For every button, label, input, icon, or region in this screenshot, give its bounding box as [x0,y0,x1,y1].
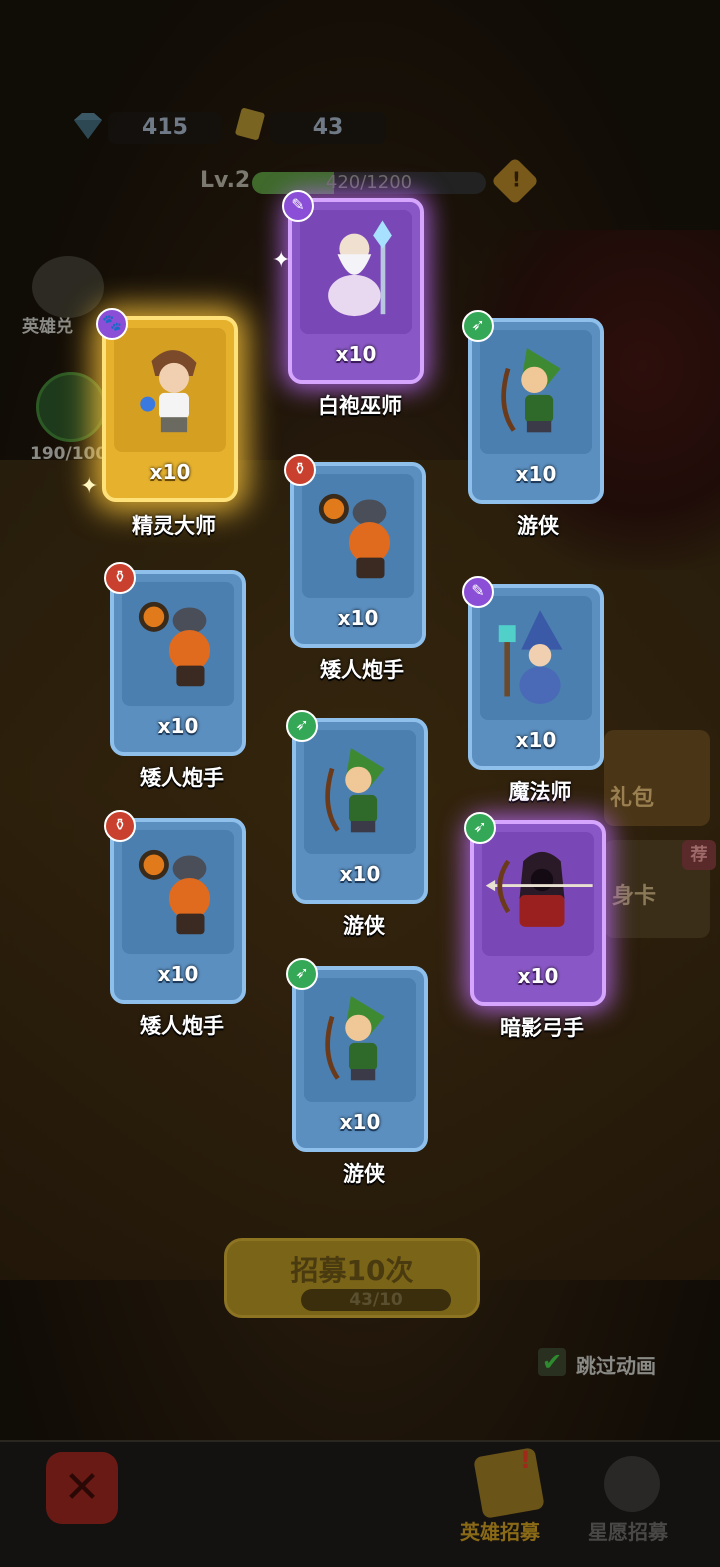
hero-portrait [480,596,592,720]
hero-card[interactable]: ⚱ x10 [104,562,246,756]
hero-card[interactable]: 🐾 x10 [96,308,238,502]
hero-portrait [300,210,412,334]
staff-class-icon: ✎ [462,576,494,608]
hero-count: x10 [515,728,557,752]
hero-name: 游侠 [343,1162,385,1186]
card-label: 身卡 [612,884,657,909]
hero-count: x10 [515,462,557,486]
hero-count: x10 [337,606,379,630]
hero-name: 矮人炮手 [140,1014,224,1038]
hero-name: 矮人炮手 [320,658,404,682]
star-progress-label: 190/100 [30,444,108,464]
cannon-class-icon: ⚱ [104,810,136,842]
hero-card[interactable]: ✎ x10 [462,576,604,770]
hero-exchange-label: 英雄兑 [22,317,73,337]
cannon-class-icon: ⚱ [284,454,316,486]
hero-count: x10 [157,714,199,738]
hero-name: 游侠 [343,914,385,938]
hero-count: x10 [335,342,377,366]
hero-card[interactable]: ➶ x10 [464,812,606,1006]
gems-counter: 415 [108,112,222,144]
hero-card[interactable]: ⚱ x10 [284,454,426,648]
hero-portrait [122,582,234,706]
hero-portrait [482,832,594,956]
hero-portrait [114,328,226,452]
hero-count: x10 [157,962,199,986]
sparkle-icon: ✦ [272,248,291,273]
hero-portrait [304,978,416,1102]
bow-class-icon: ➶ [462,310,494,342]
hero-count: x10 [339,1110,381,1134]
hero-portrait [122,830,234,954]
ticket-icon [232,106,272,140]
tab-star-recruit[interactable]: 星愿招募 [588,1516,668,1545]
warning-mark: ! [511,167,521,192]
recruit-cost: 43/10 [301,1289,451,1311]
cannon-class-icon: ⚱ [104,562,136,594]
tab-hero-recruit[interactable]: 英雄招募 [460,1516,540,1545]
hero-card[interactable]: ✎ x10 [282,190,424,384]
hero-card[interactable]: ➶ x10 [462,310,604,504]
hero-exchange-icon[interactable] [32,256,104,318]
recruit-label: 招募10次 [290,1254,414,1287]
xp-text: 420/1200 [325,172,413,193]
recruit-10-button[interactable]: 招募10次 43/10 [224,1238,480,1318]
hero-portrait [480,330,592,454]
hero-name: 暗影弓手 [500,1016,584,1040]
hero-card[interactable]: ⚱ x10 [104,810,246,1004]
hero-name: 精灵大师 [132,514,216,538]
hero-portrait [304,730,416,854]
gem-icon [68,110,108,142]
close-button[interactable]: ✕ [46,1452,118,1524]
recommend-tag: 荐 [682,840,716,870]
hero-name: 矮人炮手 [140,766,224,790]
sparkle-icon: ✦ [80,474,99,499]
staff-class-icon: ✎ [282,190,314,222]
hero-count: x10 [149,460,191,484]
xp-bar: 420/1200 [252,172,486,194]
hero-card[interactable]: ➶ x10 [286,710,428,904]
hero-portrait [302,474,414,598]
hero-count: x10 [517,964,559,988]
tickets-counter: 43 [270,112,386,144]
bow-class-icon: ➶ [464,812,496,844]
skip-animation-label: 跳过动画 [576,1354,656,1378]
hero-name: 白袍巫师 [318,394,402,418]
hero-count: x10 [339,862,381,886]
alert-icon: ! [520,1446,531,1474]
close-icon: ✕ [63,1462,101,1513]
bow-class-icon: ➶ [286,710,318,742]
level-label: Lv.2 [200,168,251,193]
bow-class-icon: ➶ [286,958,318,990]
star-icon[interactable] [36,372,106,442]
beast-class-icon: 🐾 [96,308,128,340]
hero-card[interactable]: ➶ x10 [286,958,428,1152]
star-recruit-tab-icon [604,1456,660,1512]
skip-animation-checkbox[interactable]: ✔ [538,1348,566,1376]
hero-name: 游侠 [517,514,559,538]
hero-name: 魔法师 [508,780,572,804]
hero-recruit-tab-icon [473,1447,545,1519]
